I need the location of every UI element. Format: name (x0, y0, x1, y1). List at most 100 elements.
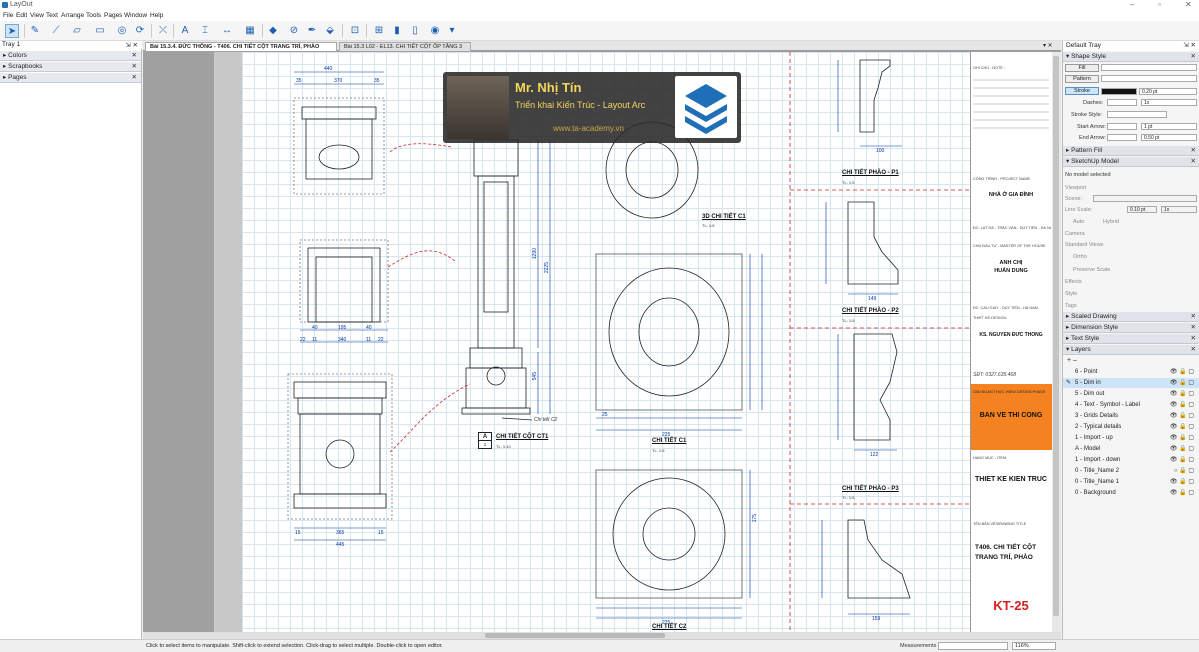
menu-view[interactable]: View (30, 12, 44, 19)
layers-header[interactable]: ▾ Layers ✕ (1063, 345, 1199, 355)
offset-tool-icon[interactable]: ⟳ (133, 24, 147, 38)
effects-label[interactable]: Effects (1065, 279, 1082, 285)
line-scale-field[interactable]: 0.10 pt (1127, 206, 1157, 213)
text-style-header[interactable]: ▸ Text Style ✕ (1063, 334, 1199, 344)
pattern-swatch[interactable] (1101, 75, 1197, 82)
close-button[interactable]: ✕ (1185, 0, 1192, 9)
stroke-button[interactable]: Stroke (1065, 87, 1099, 95)
dropper-tool-icon[interactable]: ⊘ (287, 24, 301, 38)
eye-lock-icon[interactable]: 👁 🔒 ▢ (1170, 400, 1194, 410)
close-icon[interactable]: ✕ (1191, 146, 1196, 156)
fill-button[interactable]: Fill (1065, 64, 1099, 72)
tags-label[interactable]: Tags (1065, 303, 1077, 309)
table-tool-icon[interactable]: ▦ (243, 24, 257, 38)
tab-doc-1[interactable]: Bài 15.3.4. ĐỨC THÔNG - T406. CHI TIẾT C… (145, 42, 337, 51)
stroke-width-field[interactable]: 0.20 pt (1139, 88, 1197, 95)
eye-lock-icon[interactable]: 👁 🔒 ▢ (1170, 488, 1194, 498)
select-tool-icon[interactable]: ➤ (5, 24, 19, 38)
screen-tool-icon[interactable]: ⊡ (348, 24, 362, 38)
pencil-tool-icon[interactable]: ✎ (28, 24, 42, 38)
end-arrow-select[interactable] (1107, 134, 1137, 141)
eye-lock-icon[interactable]: 👁 🔒 ▢ (1170, 455, 1194, 465)
close-icon[interactable]: ✕ (1191, 52, 1196, 62)
close-icon[interactable]: ✕ (132, 62, 137, 72)
close-icon[interactable]: ✕ (1191, 334, 1196, 344)
pattern-button[interactable]: Pattern (1065, 75, 1099, 83)
zoom-select[interactable]: 116% (1012, 642, 1056, 650)
menu-edit[interactable]: Edit (16, 12, 27, 19)
layer-row[interactable]: 0 - Title_Name 1 👁 🔒 ▢ (1063, 477, 1199, 487)
auto-checkbox[interactable]: Auto (1073, 219, 1084, 225)
layer-row[interactable]: 3 - Grids Details 👁 🔒 ▢ (1063, 411, 1199, 421)
start-arrow-size[interactable]: 1 pt (1141, 123, 1197, 130)
label-tool-icon[interactable]: ⌶ (198, 24, 212, 38)
hscroll-thumb[interactable] (485, 633, 665, 638)
horizontal-scrollbar[interactable] (143, 632, 1061, 639)
scene-select[interactable] (1093, 195, 1197, 202)
eye-lock-icon[interactable]: 👁 🔒 ▢ (1170, 433, 1194, 443)
dropdown-icon[interactable]: ▾ (445, 24, 459, 38)
fill-swatch[interactable] (1101, 64, 1197, 71)
circle-tool-icon[interactable]: ◎ (115, 24, 129, 38)
menu-pages[interactable]: Pages (104, 12, 122, 19)
panel-colors[interactable]: ▸ Colors ✕ (0, 51, 141, 61)
eye-lock-icon[interactable]: 👁 🔒 ▢ (1170, 477, 1194, 487)
layer-row[interactable]: 0 - Background 👁 🔒 ▢ (1063, 488, 1199, 498)
line-tool-icon[interactable]: ⟋ (49, 24, 63, 38)
layer-row[interactable]: 2 - Typical details 👁 🔒 ▢ (1063, 422, 1199, 432)
layer-row[interactable]: 4 - Text - Symbol - Label 👁 🔒 ▢ (1063, 400, 1199, 410)
close-icon[interactable]: ✕ (1191, 312, 1196, 322)
dimension-tool-icon[interactable]: ↔ (220, 24, 234, 38)
eye-lock-icon[interactable]: 👁 🔒 ▢ (1170, 389, 1194, 399)
eye-lock-icon[interactable]: 👁 🔒 ▢ (1170, 378, 1194, 388)
paint-tool-icon[interactable]: ✒ (305, 24, 319, 38)
vertical-scrollbar[interactable] (1052, 52, 1061, 632)
panel-pages[interactable]: ▸ Pages ✕ (0, 73, 141, 83)
end-arrow-size[interactable]: 0.50 pt (1141, 134, 1197, 141)
shape-tool-icon[interactable]: ▱ (70, 24, 84, 38)
layer-row[interactable]: A - Model 👁 🔒 ▢ (1063, 444, 1199, 454)
menu-tools[interactable]: Tools (86, 12, 101, 19)
menu-text[interactable]: Text (46, 12, 58, 19)
panel-scrapbooks[interactable]: ▸ Scrapbooks ✕ (0, 62, 141, 72)
close-icon[interactable]: ✕ (1191, 157, 1196, 167)
split-tool-icon[interactable]: ⤫ (156, 24, 170, 38)
layer-add-remove[interactable]: + – (1067, 357, 1077, 364)
pattern-fill-header[interactable]: ▸ Pattern Fill ✕ (1063, 146, 1199, 156)
page-next-icon[interactable]: ▯ (408, 24, 422, 38)
style-label[interactable]: Style (1065, 291, 1077, 297)
measurements-field[interactable] (938, 642, 1008, 650)
preserve-scale-checkbox[interactable]: Preserve Scale (1073, 267, 1110, 273)
hybrid-select[interactable]: Hybrid (1103, 219, 1119, 225)
close-icon[interactable]: ✕ (132, 73, 137, 83)
tray-pin-close[interactable]: ⇲ ✕ (125, 41, 138, 49)
dashes-select[interactable] (1107, 99, 1137, 106)
dimension-style-header[interactable]: ▸ Dimension Style ✕ (1063, 323, 1199, 333)
scaled-drawing-header[interactable]: ▸ Scaled Drawing ✕ (1063, 312, 1199, 322)
menu-window[interactable]: Window (124, 12, 147, 19)
layer-row[interactable]: 1 - Import - down 👁 🔒 ▢ (1063, 455, 1199, 465)
tabs-close-icon[interactable]: ▾ ✕ (1043, 42, 1053, 49)
page-icon[interactable]: ▮ (390, 24, 404, 38)
dash-scale-select[interactable]: 1x (1141, 99, 1197, 106)
close-icon[interactable]: ✕ (132, 51, 137, 61)
stroke-color-swatch[interactable] (1101, 88, 1137, 95)
account-icon[interactable]: ◉ (428, 24, 442, 38)
layer-row[interactable]: 5 - Dim out 👁 🔒 ▢ (1063, 389, 1199, 399)
add-page-icon[interactable]: ⊞ (372, 24, 386, 38)
tab-doc-2[interactable]: Bài 15.3 L02 - EL13. CHI TIẾT CỘT ỐP TẦN… (339, 42, 471, 51)
join-tool-icon[interactable]: ⬙ (323, 24, 337, 38)
menu-help[interactable]: Help (150, 12, 163, 19)
layer-row[interactable]: 1 - Import - up 👁 🔒 ▢ (1063, 433, 1199, 443)
pin-close-icon[interactable]: ⇲ ✕ (1183, 41, 1196, 51)
menu-arrange[interactable]: Arrange (61, 12, 84, 19)
line-scale-x[interactable]: 1x (1161, 206, 1197, 213)
minimize-button[interactable]: – (1130, 0, 1134, 9)
sketchup-model-header[interactable]: ▾ SketchUp Model ✕ (1063, 157, 1199, 167)
eye-lock-icon[interactable]: 👁 🔒 ▢ (1170, 422, 1194, 432)
maximize-button[interactable]: ▫ (1158, 0, 1161, 9)
eye-lock-icon[interactable]: ○ 🔒 ▢ (1174, 466, 1194, 476)
close-icon[interactable]: ✕ (1191, 323, 1196, 333)
layer-row[interactable]: 0 - Title_Name 2 ○ 🔒 ▢ (1063, 466, 1199, 476)
rect-tool-icon[interactable]: ▭ (93, 24, 107, 38)
